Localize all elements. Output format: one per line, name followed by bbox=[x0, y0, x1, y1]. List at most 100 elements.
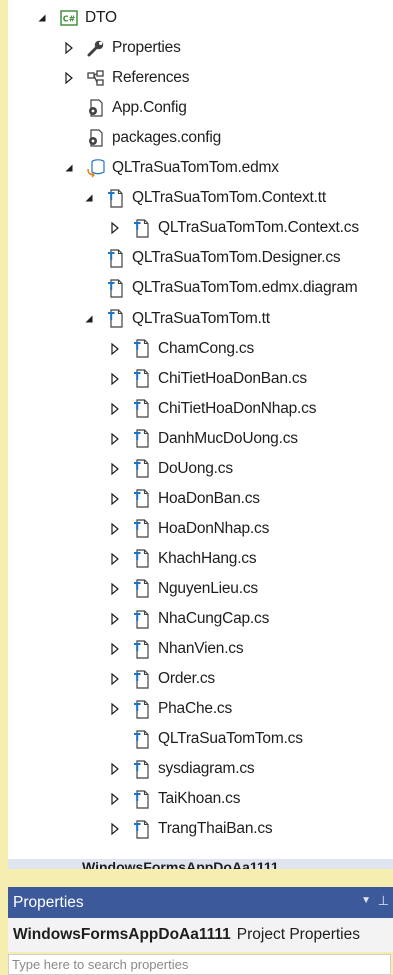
expanded-arrow-icon[interactable] bbox=[35, 11, 49, 25]
template-file-icon bbox=[132, 369, 152, 389]
collapsed-arrow-icon[interactable] bbox=[108, 522, 122, 536]
no-toggle-spacer bbox=[108, 732, 122, 746]
expanded-arrow-icon[interactable] bbox=[82, 191, 96, 205]
collapsed-arrow-icon[interactable] bbox=[108, 462, 122, 476]
tree-item-label: sysdiagram.cs bbox=[158, 760, 255, 778]
properties-search-input[interactable]: Type here to search properties bbox=[8, 954, 391, 975]
template-file-icon bbox=[132, 639, 152, 659]
tree-item[interactable]: TrangThaiBan.cs bbox=[108, 814, 273, 844]
tree-item[interactable]: QLTraSuaTomTom.cs bbox=[108, 724, 303, 754]
tree-item[interactable]: DanhMucDoUong.cs bbox=[108, 424, 298, 454]
collapsed-arrow-icon[interactable] bbox=[108, 432, 122, 446]
template-file-icon bbox=[132, 819, 152, 839]
tree-item-label: ChiTietHoaDonNhap.cs bbox=[158, 399, 317, 417]
tree-item[interactable]: KhachHang.cs bbox=[108, 544, 257, 574]
tree-item-label: QLTraSuaTomTom.Context.tt bbox=[132, 189, 326, 207]
partial-project-label: WindowsFormsAppDoAa1111 bbox=[82, 859, 279, 869]
tree-item-label: QLTraSuaTomTom.Context.cs bbox=[158, 219, 359, 237]
tree-item-label: QLTraSuaTomTom.edmx.diagram bbox=[132, 279, 358, 297]
tree-item[interactable]: TaiKhoan.cs bbox=[108, 784, 240, 814]
tree-item[interactable]: Properties bbox=[62, 33, 181, 63]
tree-item[interactable]: References bbox=[62, 63, 189, 93]
template-file-icon bbox=[132, 699, 152, 719]
tree-item[interactable]: HoaDonNhap.cs bbox=[108, 514, 269, 544]
tree-item[interactable]: C# DTO bbox=[35, 3, 117, 33]
tree-item-label: HoaDonNhap.cs bbox=[158, 519, 270, 537]
no-toggle-spacer bbox=[82, 251, 96, 265]
tree-item[interactable]: HoaDonBan.cs bbox=[108, 484, 260, 514]
template-file-icon bbox=[132, 549, 152, 569]
tree-item[interactable]: ChamCong.cs bbox=[108, 334, 254, 364]
solution-explorer-tree: C# DTO Properties References App.Config packa… bbox=[8, 0, 393, 857]
collapsed-arrow-icon[interactable] bbox=[108, 642, 122, 656]
tree-item[interactable]: Order.cs bbox=[108, 664, 215, 694]
chevron-down-icon[interactable]: ▼ bbox=[361, 895, 371, 906]
properties-object-selector[interactable]: WindowsFormsAppDoAa1111 Project Properti… bbox=[8, 918, 393, 952]
edmx-icon bbox=[86, 158, 106, 178]
tree-item[interactable]: QLTraSuaTomTom.Designer.cs bbox=[82, 243, 341, 273]
collapsed-arrow-icon[interactable] bbox=[62, 41, 76, 55]
expanded-arrow-icon[interactable] bbox=[62, 161, 76, 175]
tree-item[interactable]: packages.config bbox=[62, 123, 221, 153]
expanded-arrow-icon[interactable] bbox=[82, 312, 96, 326]
tree-row-partial[interactable]: WindowsFormsAppDoAa1111 bbox=[8, 857, 393, 869]
config-file-icon bbox=[86, 98, 106, 118]
tree-item-label: App.Config bbox=[112, 99, 187, 117]
template-file-icon bbox=[106, 248, 126, 268]
tree-item[interactable]: NhaCungCap.cs bbox=[108, 604, 269, 634]
collapsed-arrow-icon[interactable] bbox=[108, 792, 122, 806]
tree-item[interactable]: QLTraSuaTomTom.tt bbox=[82, 304, 270, 334]
template-file-icon bbox=[106, 278, 126, 298]
collapsed-arrow-icon[interactable] bbox=[108, 672, 122, 686]
tree-item-label: KhachHang.cs bbox=[158, 549, 257, 567]
tree-item-label: DTO bbox=[85, 9, 117, 26]
collapsed-arrow-icon[interactable] bbox=[108, 221, 122, 235]
collapsed-arrow-icon[interactable] bbox=[108, 552, 122, 566]
collapsed-arrow-icon[interactable] bbox=[62, 71, 76, 85]
tree-item[interactable]: ChiTietHoaDonBan.cs bbox=[108, 364, 307, 394]
collapsed-arrow-icon[interactable] bbox=[108, 612, 122, 626]
tree-item[interactable]: QLTraSuaTomTom.Context.cs bbox=[108, 213, 359, 243]
tree-item-label: References bbox=[112, 69, 190, 87]
tree-item[interactable]: ChiTietHoaDonNhap.cs bbox=[108, 394, 316, 424]
collapsed-arrow-icon[interactable] bbox=[108, 822, 122, 836]
template-file-icon bbox=[132, 669, 152, 689]
pin-icon[interactable]: ⊥ bbox=[378, 893, 389, 909]
template-file-icon bbox=[132, 789, 152, 809]
tree-item[interactable]: PhaChe.cs bbox=[108, 694, 232, 724]
template-file-icon bbox=[132, 339, 152, 359]
template-file-icon bbox=[132, 429, 152, 449]
object-name: WindowsFormsAppDoAa1111 bbox=[13, 926, 231, 943]
tree-item-label: TrangThaiBan.cs bbox=[158, 820, 273, 838]
tree-item[interactable]: QLTraSuaTomTom.Context.tt bbox=[82, 183, 326, 213]
collapsed-arrow-icon[interactable] bbox=[108, 402, 122, 416]
tree-item[interactable]: NguyenLieu.cs bbox=[108, 574, 258, 604]
object-kind: Project Properties bbox=[236, 926, 360, 943]
collapsed-arrow-icon[interactable] bbox=[108, 582, 122, 596]
template-file-icon bbox=[132, 609, 152, 629]
collapsed-arrow-icon[interactable] bbox=[108, 492, 122, 506]
template-file-icon bbox=[106, 309, 126, 329]
tree-item[interactable]: sysdiagram.cs bbox=[108, 754, 255, 784]
tree-item-label: QLTraSuaTomTom.tt bbox=[132, 309, 270, 327]
tree-item-label: QLTraSuaTomTom.Designer.cs bbox=[132, 249, 341, 267]
collapsed-arrow-icon[interactable] bbox=[108, 342, 122, 356]
tree-item-label: TaiKhoan.cs bbox=[158, 790, 241, 808]
tree-item[interactable]: App.Config bbox=[62, 93, 187, 123]
template-file-icon bbox=[132, 759, 152, 779]
tree-item-label: PhaChe.cs bbox=[158, 700, 233, 718]
collapsed-arrow-icon[interactable] bbox=[108, 702, 122, 716]
template-file-icon bbox=[132, 218, 152, 238]
config-file-icon bbox=[86, 128, 106, 148]
collapsed-arrow-icon[interactable] bbox=[108, 372, 122, 386]
collapsed-arrow-icon[interactable] bbox=[108, 762, 122, 776]
template-file-icon bbox=[132, 579, 152, 599]
wrench-icon bbox=[86, 38, 106, 58]
template-file-icon bbox=[132, 489, 152, 509]
template-file-icon bbox=[132, 399, 152, 419]
tree-item[interactable]: QLTraSuaTomTom.edmx.diagram bbox=[82, 273, 358, 303]
tree-item[interactable]: NhanVien.cs bbox=[108, 634, 244, 664]
tree-item[interactable]: QLTraSuaTomTom.edmx bbox=[62, 153, 279, 183]
tree-item-label: ChiTietHoaDonBan.cs bbox=[158, 369, 307, 387]
tree-item[interactable]: DoUong.cs bbox=[108, 454, 233, 484]
